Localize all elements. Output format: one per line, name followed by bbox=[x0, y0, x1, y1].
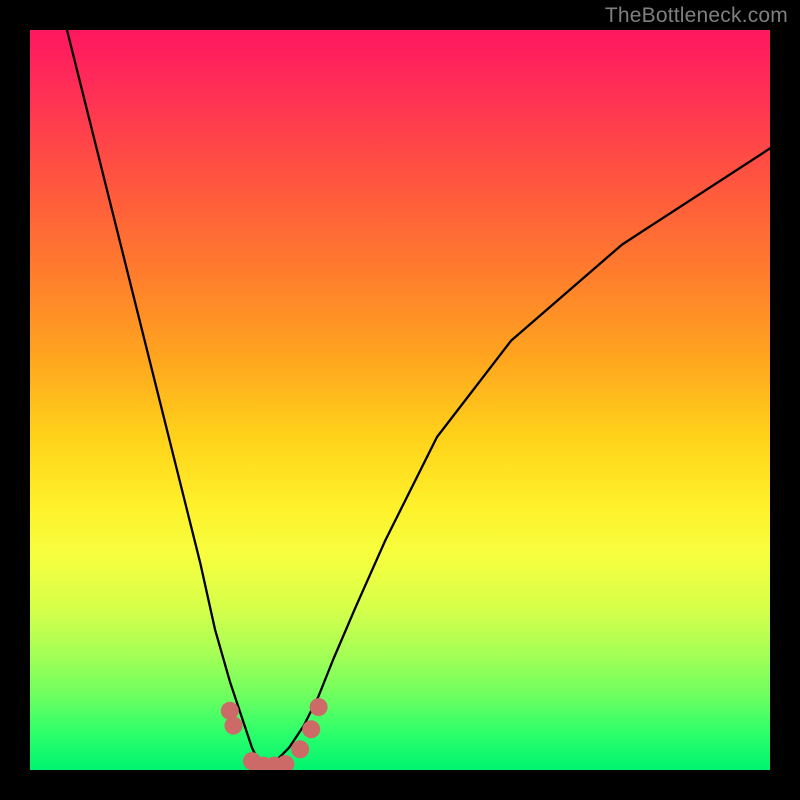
bottom-dot bbox=[225, 717, 243, 735]
chart-frame: TheBottleneck.com bbox=[0, 0, 800, 800]
bottom-dot bbox=[310, 698, 328, 716]
watermark-text: TheBottleneck.com bbox=[605, 4, 788, 28]
bottom-dot bbox=[302, 720, 320, 738]
curve-layer bbox=[30, 30, 770, 770]
plot-area bbox=[30, 30, 770, 770]
bottleneck-curve bbox=[67, 30, 770, 770]
bottom-dot bbox=[291, 740, 309, 758]
bottom-dots-group bbox=[221, 698, 328, 770]
